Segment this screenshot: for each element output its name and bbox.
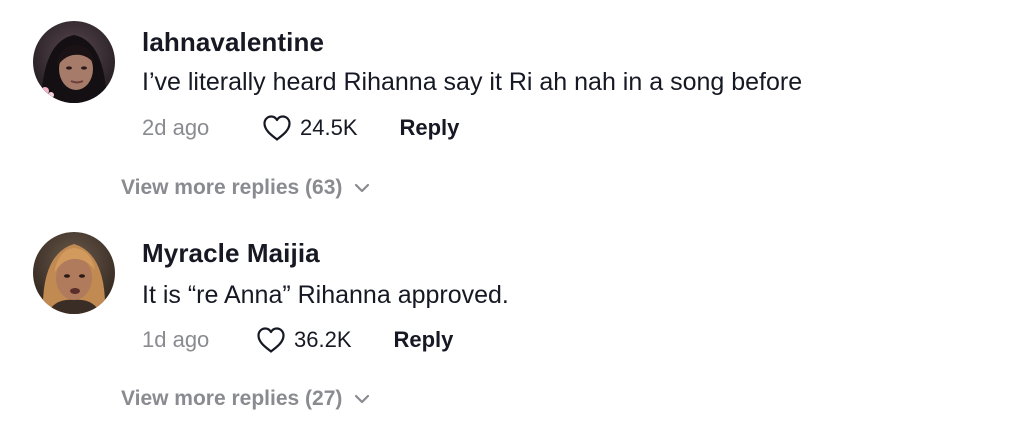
avatar[interactable] — [33, 232, 115, 314]
comment-item: Myracle Maijia It is “re Anna” Rihanna a… — [0, 215, 1024, 432]
heart-outline-icon — [256, 326, 286, 354]
chevron-down-icon — [342, 183, 370, 193]
view-more-replies-label: View more replies (27) — [121, 387, 343, 410]
comment-actions: 2d ago 24.5K Reply — [142, 111, 459, 145]
comment-username[interactable]: Myracle Maijia — [142, 238, 320, 269]
like-button[interactable]: 36.2K — [256, 326, 352, 354]
comment-time: 2d ago — [142, 115, 210, 140]
heart-outline-icon — [262, 114, 292, 142]
like-count: 24.5K — [300, 115, 358, 140]
view-more-replies-button[interactable]: View more replies (27) — [121, 384, 370, 414]
view-more-replies-label: View more replies (63) — [121, 176, 343, 199]
comment-time: 1d ago — [142, 327, 210, 352]
avatar-image — [33, 232, 115, 314]
comment-text: I’ve literally heard Rihanna say it Ri a… — [142, 68, 803, 96]
like-button[interactable]: 24.5K — [262, 114, 358, 142]
like-count: 36.2K — [294, 327, 352, 352]
view-more-replies-button[interactable]: View more replies (63) — [121, 173, 370, 203]
chevron-down-icon — [342, 394, 370, 404]
comment-actions: 1d ago 36.2K Reply — [142, 323, 453, 357]
reply-button[interactable]: Reply — [400, 115, 460, 141]
comment-username[interactable]: lahnavalentine — [142, 27, 324, 58]
avatar[interactable] — [33, 21, 115, 103]
comment-text: It is “re Anna” Rihanna approved. — [142, 281, 509, 309]
comment-item: lahnavalentine I’ve literally heard Riha… — [0, 0, 1024, 215]
reply-button[interactable]: Reply — [394, 327, 454, 353]
avatar-image — [33, 21, 115, 103]
